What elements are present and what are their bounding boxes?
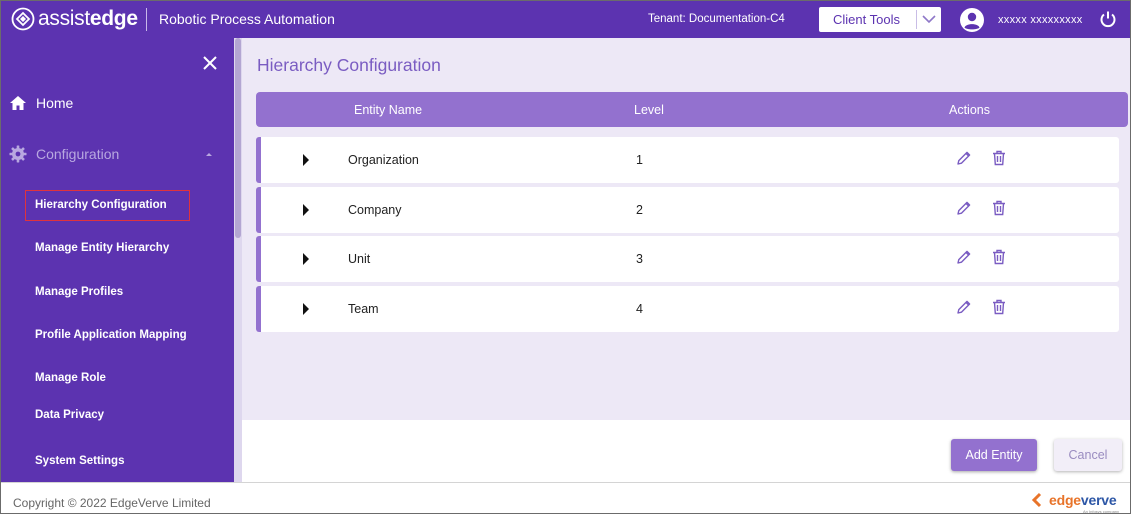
row-accent (256, 137, 261, 183)
logo-text: assistedge (38, 7, 138, 30)
edgeverve-tagline: An Infosys company (1083, 509, 1120, 514)
power-icon[interactable] (1099, 10, 1117, 28)
sidebar-item-manage-profiles[interactable]: Manage Profiles (35, 286, 123, 298)
table-row[interactable]: Organization 1 (256, 137, 1119, 183)
sidebar: Home Configuration Hierarchy Configurati… (1, 38, 242, 482)
entity-name: Company (348, 203, 402, 217)
sidebar-item-manage-entity-hierarchy[interactable]: Manage Entity Hierarchy (35, 242, 169, 254)
edit-icon[interactable] (956, 249, 972, 265)
top-header: assistedge Robotic Process Automation Te… (1, 1, 1130, 38)
sidebar-item-profile-application-mapping[interactable]: Profile Application Mapping (35, 329, 187, 341)
tenant-label: Tenant: Documentation-C4 (648, 13, 785, 25)
edit-icon[interactable] (956, 299, 972, 315)
entity-level: 2 (636, 203, 643, 217)
logo-icon (11, 7, 35, 31)
delete-icon[interactable] (992, 299, 1006, 315)
home-icon (10, 96, 26, 110)
row-accent (256, 286, 261, 332)
sidebar-item-configuration[interactable]: Configuration (9, 145, 119, 163)
table-row[interactable]: Team 4 (256, 286, 1119, 332)
sidebar-item-hierarchy-configuration[interactable]: Hierarchy Configuration (35, 199, 167, 211)
edgeverve-logo: edgeverve (1031, 492, 1117, 508)
sidebar-item-system-settings[interactable]: System Settings (35, 455, 124, 467)
close-icon[interactable] (201, 54, 219, 72)
column-header-entity-name: Entity Name (354, 103, 423, 117)
entity-name: Team (348, 302, 379, 316)
client-tools-label: Client Tools (833, 12, 900, 27)
edit-icon[interactable] (956, 150, 972, 166)
sidebar-item-label: Home (36, 95, 74, 111)
entity-name: Unit (348, 252, 371, 266)
chevron-down-icon[interactable] (917, 7, 941, 32)
entity-level: 3 (636, 252, 643, 266)
add-entity-button[interactable]: Add Entity (951, 439, 1037, 471)
app-title: Robotic Process Automation (159, 11, 335, 27)
sidebar-scrollbar-thumb[interactable] (235, 38, 241, 238)
edgeverve-logo-icon (1031, 492, 1042, 508)
client-tools-dropdown[interactable]: Client Tools (819, 7, 941, 32)
sidebar-item-home[interactable]: Home (9, 94, 73, 112)
table-row[interactable]: Unit 3 (256, 236, 1119, 282)
edit-icon[interactable] (956, 200, 972, 216)
entity-name: Organization (348, 153, 419, 167)
caret-right-icon[interactable] (302, 303, 310, 315)
sidebar-item-data-privacy[interactable]: Data Privacy (35, 409, 104, 421)
cancel-button[interactable]: Cancel (1054, 439, 1122, 471)
column-header-actions: Actions (949, 103, 990, 117)
delete-icon[interactable] (992, 249, 1006, 265)
user-icon[interactable] (959, 7, 985, 33)
row-accent (256, 187, 261, 233)
app-frame: assistedge Robotic Process Automation Te… (0, 0, 1131, 514)
column-header-level: Level (634, 103, 664, 117)
caret-right-icon[interactable] (302, 253, 310, 265)
table-header: Entity Name Level Actions (256, 92, 1128, 127)
page-title: Hierarchy Configuration (257, 55, 441, 75)
sidebar-item-manage-role[interactable]: Manage Role (35, 372, 106, 384)
assistedge-logo: assistedge (11, 7, 138, 31)
entity-level: 1 (636, 153, 643, 167)
header-divider (146, 8, 147, 31)
table-row[interactable]: Company 2 (256, 187, 1119, 233)
user-name: xxxxx xxxxxxxxx (998, 14, 1083, 26)
copyright-text: Copyright © 2022 EdgeVerve Limited (13, 496, 211, 510)
sidebar-item-label: Configuration (36, 146, 120, 162)
caret-right-icon[interactable] (302, 154, 310, 166)
chevron-up-icon[interactable] (204, 150, 214, 158)
delete-icon[interactable] (992, 200, 1006, 216)
edgeverve-logo-text: edgeverve (1049, 492, 1117, 508)
delete-icon[interactable] (992, 150, 1006, 166)
gear-icon (9, 145, 27, 163)
row-accent (256, 236, 261, 282)
footer: Copyright © 2022 EdgeVerve Limited edgev… (1, 482, 1130, 514)
caret-right-icon[interactable] (302, 204, 310, 216)
entity-level: 4 (636, 302, 643, 316)
